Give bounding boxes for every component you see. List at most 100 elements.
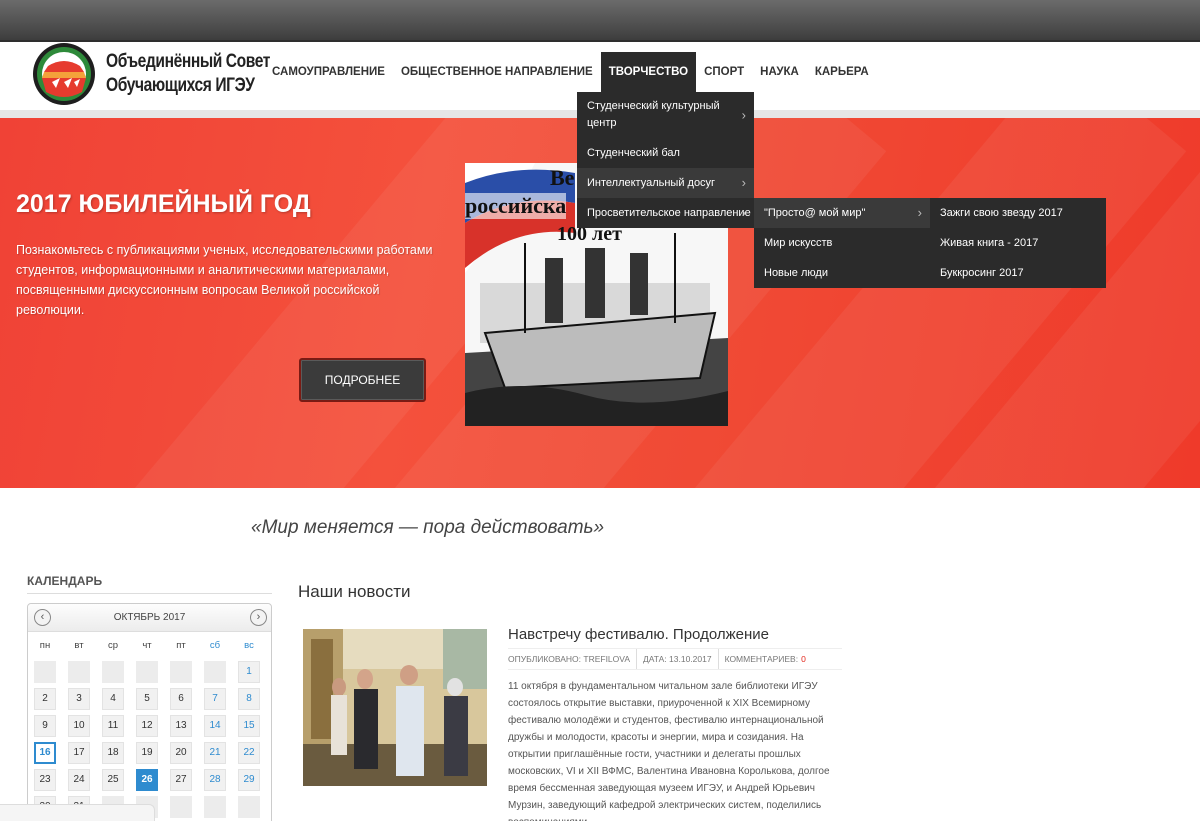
calendar-day[interactable]: 1 <box>238 661 260 683</box>
news-author[interactable]: ОПУБЛИКОВАНО: TREFILOVA <box>508 649 630 669</box>
calendar-day[interactable]: 16 <box>34 742 56 764</box>
calendar-day[interactable]: 22 <box>238 742 260 764</box>
calendar-weekday: пт <box>176 640 186 651</box>
calendar-weekday: вт <box>74 640 84 651</box>
calendar-day[interactable]: 29 <box>238 769 260 791</box>
news-comments-count[interactable]: 0 <box>801 649 806 669</box>
calendar-day[interactable]: 27 <box>170 769 192 791</box>
calendar-day[interactable]: 19 <box>136 742 158 764</box>
calendar-day[interactable]: 23 <box>34 769 56 791</box>
hero-title: 2017 ЮБИЛЕЙНЫЙ ГОД <box>16 190 311 218</box>
calendar-day[interactable]: 6 <box>170 688 192 710</box>
calendar-empty-cell <box>170 661 192 683</box>
menu-educational-direction[interactable]: Просветительское направление › <box>577 198 754 228</box>
menu-bookcrossing[interactable]: Буккросинг 2017 <box>930 258 1106 288</box>
calendar-empty-cell <box>68 661 90 683</box>
menu-item-label: "Просто@ мой мир" <box>764 207 866 219</box>
calendar-day[interactable]: 9 <box>34 715 56 737</box>
nav-career[interactable]: КАРЬЕРА <box>807 52 877 92</box>
chevron-right-icon: › <box>741 175 746 190</box>
calendar-day[interactable]: 12 <box>136 715 158 737</box>
nav-self-government[interactable]: САМОУПРАВЛЕНИЕ <box>264 52 393 92</box>
slogan-quote: «Мир меняется — пора действовать» <box>251 517 605 538</box>
calendar-empty-cell <box>238 796 260 818</box>
news-photo[interactable] <box>303 629 487 786</box>
calendar-prev-icon[interactable]: ‹ <box>34 609 51 626</box>
menu-item-label: Буккросинг 2017 <box>940 267 1024 279</box>
calendar-day[interactable]: 2 <box>34 688 56 710</box>
calendar-day[interactable]: 21 <box>204 742 226 764</box>
nav-public-direction[interactable]: ОБЩЕСТВЕННОЕ НАПРАВЛЕНИЕ <box>393 52 601 92</box>
calendar-empty-cell <box>34 661 56 683</box>
calendar-empty-cell <box>170 796 192 818</box>
calendar-day[interactable]: 13 <box>170 715 192 737</box>
calendar-empty-cell <box>204 796 226 818</box>
calendar-widget: ОКТЯБРЬ 2017 ‹ › пн вт ср чт пт сб вс 1 2 3 4 5 6 7 8 9… <box>27 603 272 821</box>
menu-item-label: Просветительское направление <box>587 207 751 219</box>
news-section-heading: Наши новости <box>298 582 411 601</box>
calendar-weekday: сб <box>209 640 221 651</box>
nav-science[interactable]: НАУКА <box>752 52 807 92</box>
calendar-day[interactable]: 7 <box>204 688 226 710</box>
calendar-day[interactable]: 26 <box>136 769 158 791</box>
calendar-title-divider <box>27 593 272 594</box>
calendar-day[interactable]: 28 <box>204 769 226 791</box>
menu-light-your-star[interactable]: Зажги свою звезду 2017 <box>930 198 1106 228</box>
calendar-day[interactable]: 20 <box>170 742 192 764</box>
logo-line-2: Обучающихся ИГЭУ <box>106 75 255 96</box>
menu-item-label: Живая книга - 2017 <box>940 237 1039 249</box>
menu-living-book[interactable]: Живая книга - 2017 <box>930 228 1106 258</box>
menu-student-ball[interactable]: Студенческий бал <box>577 138 754 168</box>
calendar-weekday: чт <box>142 640 152 651</box>
logo-line-1: Объединённый Совет <box>106 51 270 72</box>
nav-creativity[interactable]: ТВОРЧЕСТВО <box>600 52 697 92</box>
site-logo-icon[interactable] <box>30 42 98 106</box>
meta-separator <box>717 649 719 669</box>
chevron-right-icon: › <box>917 205 922 220</box>
menu-new-people[interactable]: Новые люди <box>754 258 930 288</box>
news-title-link[interactable]: Навстречу фестивалю. Продолжение <box>508 626 769 643</box>
menu-world-of-arts[interactable]: Мир искусств <box>754 228 930 258</box>
read-more-button[interactable]: ПОДРОБНЕЕ <box>299 358 426 402</box>
calendar-day[interactable]: 18 <box>102 742 124 764</box>
menu-student-culture-center[interactable]: Студенческий культурный центр › <box>577 92 754 138</box>
site-logo-text[interactable]: Объединённый Совет Обучающихся ИГЭУ <box>106 50 270 98</box>
calendar-month-label: ОКТЯБРЬ 2017 <box>113 612 186 623</box>
nav-sport[interactable]: СПОРТ <box>696 52 752 92</box>
poster-title-line: российска <box>465 193 567 219</box>
bottom-left-tab[interactable] <box>0 804 155 821</box>
calendar-day[interactable]: 24 <box>68 769 90 791</box>
calendar-empty-cell <box>136 661 158 683</box>
calendar-day[interactable]: 3 <box>68 688 90 710</box>
calendar-day[interactable]: 25 <box>102 769 124 791</box>
hero-description: Познакомьтесь с публикациями ученых, исс… <box>16 243 433 317</box>
menu-just-my-world[interactable]: "Просто@ мой мир" › <box>754 198 930 228</box>
calendar-header: ОКТЯБРЬ 2017 <box>28 604 271 632</box>
chevron-right-icon: › <box>741 107 746 123</box>
menu-item-label: Мир искусств <box>764 237 833 249</box>
calendar-empty-cell <box>204 661 226 683</box>
news-excerpt: 11 октября в фундаментальном читальном з… <box>508 681 830 821</box>
calendar-day[interactable]: 5 <box>136 688 158 710</box>
calendar-next-icon[interactable]: › <box>250 609 267 626</box>
meta-separator <box>635 649 637 669</box>
calendar-day[interactable]: 15 <box>238 715 260 737</box>
calendar-day[interactable]: 11 <box>102 715 124 737</box>
calendar-day[interactable]: 17 <box>68 742 90 764</box>
menu-item-label: Интеллектуальный досуг <box>587 177 716 189</box>
calendar-day[interactable]: 10 <box>68 715 90 737</box>
calendar-day[interactable]: 14 <box>204 715 226 737</box>
main-nav: САМОУПРАВЛЕНИЕ ОБЩЕСТВЕННОЕ НАПРАВЛЕНИЕ … <box>264 52 877 92</box>
browser-top-bar <box>0 0 1200 42</box>
submenu-educational-direction: "Просто@ мой мир" › Мир искусств Новые л… <box>754 198 930 288</box>
menu-item-label: Зажги свою звезду 2017 <box>940 207 1063 219</box>
calendar-weekday: ср <box>107 640 119 651</box>
menu-intellectual-leisure[interactable]: Интеллектуальный досуг › <box>577 168 754 198</box>
calendar-day[interactable]: 4 <box>102 688 124 710</box>
news-date: ДАТА: 13.10.2017 <box>642 654 712 664</box>
calendar-title: КАЛЕНДАРЬ <box>27 574 103 588</box>
calendar-day[interactable]: 8 <box>238 688 260 710</box>
calendar-weekday: пн <box>39 640 51 651</box>
news-photo-scene <box>303 629 487 786</box>
submenu-just-my-world: Зажги свою звезду 2017 Живая книга - 201… <box>930 198 1106 288</box>
